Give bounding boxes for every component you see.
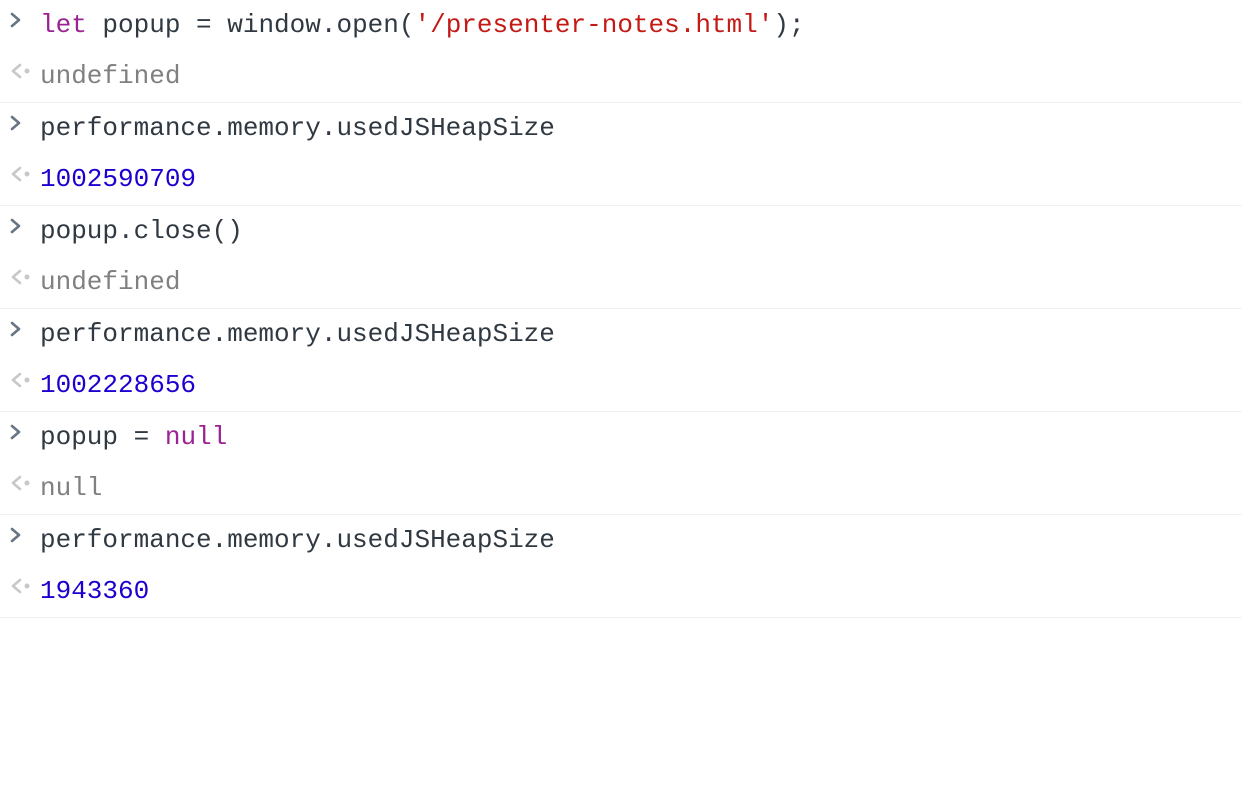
code-token: null [165,422,227,452]
output-return-icon [6,263,40,285]
console[interactable]: let popup = window.open('/presenter-note… [0,0,1242,618]
output-return-icon [6,469,40,491]
console-line-content: undefined [40,263,1234,302]
code-token: performance.memory.usedJSHeapSize [40,113,555,143]
console-line-content: performance.memory.usedJSHeapSize [40,315,1234,354]
console-input-row[interactable]: popup = null [0,412,1242,463]
code-token: null [40,473,102,503]
console-input-row[interactable]: performance.memory.usedJSHeapSize [0,309,1242,360]
console-output-row[interactable]: 1002590709 [0,154,1242,206]
console-line-content: 1002228656 [40,366,1234,405]
code-token: undefined [40,61,180,91]
input-chevron-icon [6,315,40,337]
code-token: popup.close() [40,216,243,246]
code-token: = [196,10,227,40]
input-chevron-icon [6,109,40,131]
input-chevron-icon [6,212,40,234]
console-output-row[interactable]: 1002228656 [0,360,1242,412]
console-output-row[interactable]: undefined [0,51,1242,103]
console-output-row[interactable]: 1943360 [0,566,1242,618]
console-line-content: popup = null [40,418,1234,457]
code-token: undefined [40,267,180,297]
output-return-icon [6,366,40,388]
code-token: 1002228656 [40,370,196,400]
console-input-row[interactable]: let popup = window.open('/presenter-note… [0,0,1242,51]
console-input-row[interactable]: performance.memory.usedJSHeapSize [0,515,1242,566]
console-line-content: 1943360 [40,572,1234,611]
console-line-content: null [40,469,1234,508]
input-chevron-icon [6,418,40,440]
console-output-row[interactable]: undefined [0,257,1242,309]
console-input-row[interactable]: popup.close() [0,206,1242,257]
console-line-content: undefined [40,57,1234,96]
console-line-content: popup.close() [40,212,1234,251]
code-token: window.open( [227,10,414,40]
console-line-content: 1002590709 [40,160,1234,199]
console-input-row[interactable]: performance.memory.usedJSHeapSize [0,103,1242,154]
code-token: ); [773,10,804,40]
console-output-row[interactable]: null [0,463,1242,515]
code-token: '/presenter-notes.html' [414,10,773,40]
output-return-icon [6,160,40,182]
code-token: = [134,422,165,452]
code-token: popup [40,422,134,452]
code-token: 1943360 [40,576,149,606]
code-token: performance.memory.usedJSHeapSize [40,525,555,555]
code-token: let [40,10,87,40]
code-token: popup [87,10,196,40]
console-line-content: performance.memory.usedJSHeapSize [40,109,1234,148]
output-return-icon [6,57,40,79]
code-token: performance.memory.usedJSHeapSize [40,319,555,349]
console-line-content: performance.memory.usedJSHeapSize [40,521,1234,560]
input-chevron-icon [6,6,40,28]
input-chevron-icon [6,521,40,543]
code-token: 1002590709 [40,164,196,194]
console-line-content: let popup = window.open('/presenter-note… [40,6,1234,45]
output-return-icon [6,572,40,594]
